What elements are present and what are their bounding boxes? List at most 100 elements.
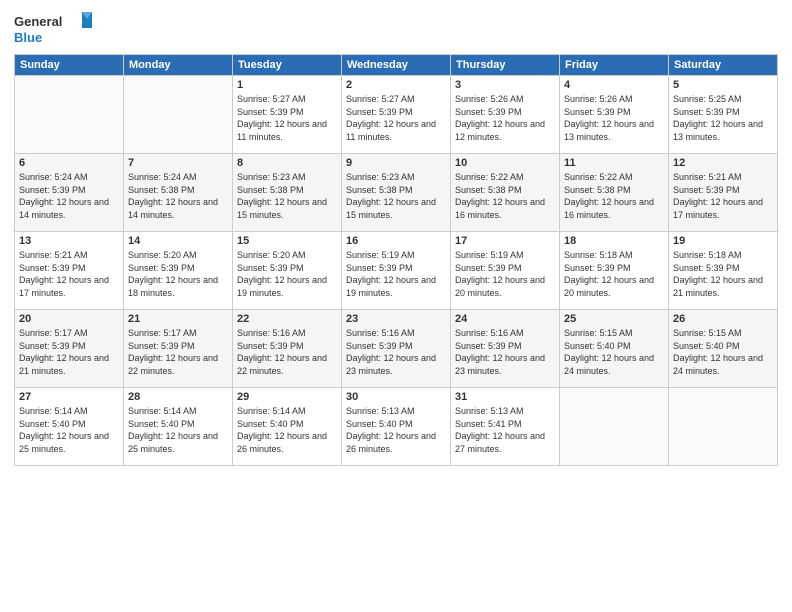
weekday-header-sunday: Sunday	[15, 55, 124, 76]
weekday-header-thursday: Thursday	[451, 55, 560, 76]
calendar-cell: 16 Sunrise: 5:19 AM Sunset: 5:39 PM Dayli…	[342, 232, 451, 310]
calendar-week-2: 6 Sunrise: 5:24 AM Sunset: 5:39 PM Daylig…	[15, 154, 778, 232]
calendar-week-4: 20 Sunrise: 5:17 AM Sunset: 5:39 PM Dayli…	[15, 310, 778, 388]
calendar-cell	[669, 388, 778, 466]
logo-svg: General Blue	[14, 10, 94, 48]
header-area: General Blue	[14, 10, 778, 48]
day-number: 17	[455, 235, 555, 247]
day-number: 18	[564, 235, 664, 247]
day-number: 6	[19, 157, 119, 169]
day-info: Sunrise: 5:26 AM Sunset: 5:39 PM Dayligh…	[455, 93, 555, 143]
calendar-cell: 17 Sunrise: 5:19 AM Sunset: 5:39 PM Dayli…	[451, 232, 560, 310]
calendar-cell: 14 Sunrise: 5:20 AM Sunset: 5:39 PM Dayli…	[124, 232, 233, 310]
calendar-cell: 23 Sunrise: 5:16 AM Sunset: 5:39 PM Dayli…	[342, 310, 451, 388]
calendar-cell: 9 Sunrise: 5:23 AM Sunset: 5:38 PM Daylig…	[342, 154, 451, 232]
day-info: Sunrise: 5:15 AM Sunset: 5:40 PM Dayligh…	[673, 327, 773, 377]
weekday-header-saturday: Saturday	[669, 55, 778, 76]
svg-text:Blue: Blue	[14, 30, 42, 45]
calendar-cell: 29Sunrise: 5:14 AM Sunset: 5:40 PM Dayli…	[233, 388, 342, 466]
calendar-cell: 8 Sunrise: 5:23 AM Sunset: 5:38 PM Daylig…	[233, 154, 342, 232]
day-info: Sunrise: 5:27 AM Sunset: 5:39 PM Dayligh…	[237, 93, 337, 143]
day-info: Sunrise: 5:16 AM Sunset: 5:39 PM Dayligh…	[455, 327, 555, 377]
calendar-cell: 11 Sunrise: 5:22 AM Sunset: 5:38 PM Dayli…	[560, 154, 669, 232]
day-info: Sunrise: 5:24 AM Sunset: 5:39 PM Dayligh…	[19, 171, 119, 221]
calendar-cell: 5 Sunrise: 5:25 AM Sunset: 5:39 PM Daylig…	[669, 76, 778, 154]
day-info: Sunrise: 5:20 AM Sunset: 5:39 PM Dayligh…	[237, 249, 337, 299]
page: General Blue SundayMondayTuesdayWednesda…	[0, 0, 792, 612]
day-info: Sunrise: 5:22 AM Sunset: 5:38 PM Dayligh…	[455, 171, 555, 221]
svg-text:General: General	[14, 14, 62, 29]
day-number: 26	[673, 313, 773, 325]
calendar-cell: 31 Sunrise: 5:13 AM Sunset: 5:41 PM Dayli…	[451, 388, 560, 466]
calendar-week-1: 1 Sunrise: 5:27 AM Sunset: 5:39 PM Daylig…	[15, 76, 778, 154]
weekday-header-friday: Friday	[560, 55, 669, 76]
day-number: 14	[128, 235, 228, 247]
day-number: 10	[455, 157, 555, 169]
day-number: 7	[128, 157, 228, 169]
day-info: Sunrise: 5:23 AM Sunset: 5:38 PM Dayligh…	[346, 171, 446, 221]
day-info: Sunrise: 5:14 AM Sunset: 5:40 PM Dayligh…	[237, 405, 337, 455]
calendar-cell: 20 Sunrise: 5:17 AM Sunset: 5:39 PM Dayli…	[15, 310, 124, 388]
day-info: Sunrise: 5:22 AM Sunset: 5:38 PM Dayligh…	[564, 171, 664, 221]
day-info: Sunrise: 5:14 AM Sunset: 5:40 PM Dayligh…	[128, 405, 228, 455]
calendar-cell: 18Sunrise: 5:18 AM Sunset: 5:39 PM Dayli…	[560, 232, 669, 310]
day-info: Sunrise: 5:14 AM Sunset: 5:40 PM Dayligh…	[19, 405, 119, 455]
day-number: 25	[564, 313, 664, 325]
day-number: 30	[346, 391, 446, 403]
calendar-cell: 24 Sunrise: 5:16 AM Sunset: 5:39 PM Dayli…	[451, 310, 560, 388]
day-number: 16	[346, 235, 446, 247]
day-info: Sunrise: 5:25 AM Sunset: 5:39 PM Dayligh…	[673, 93, 773, 143]
calendar-table: SundayMondayTuesdayWednesdayThursdayFrid…	[14, 54, 778, 466]
calendar-cell: 10 Sunrise: 5:22 AM Sunset: 5:38 PM Dayli…	[451, 154, 560, 232]
day-number: 2	[346, 79, 446, 91]
day-number: 11	[564, 157, 664, 169]
day-info: Sunrise: 5:17 AM Sunset: 5:39 PM Dayligh…	[19, 327, 119, 377]
day-info: Sunrise: 5:20 AM Sunset: 5:39 PM Dayligh…	[128, 249, 228, 299]
day-info: Sunrise: 5:23 AM Sunset: 5:38 PM Dayligh…	[237, 171, 337, 221]
calendar-week-3: 13 Sunrise: 5:21 AM Sunset: 5:39 PM Dayli…	[15, 232, 778, 310]
day-number: 28	[128, 391, 228, 403]
calendar-cell: 27 Sunrise: 5:14 AM Sunset: 5:40 PM Dayli…	[15, 388, 124, 466]
calendar-cell: 21 Sunrise: 5:17 AM Sunset: 5:39 PM Dayli…	[124, 310, 233, 388]
calendar-cell: 19 Sunrise: 5:18 AM Sunset: 5:39 PM Dayli…	[669, 232, 778, 310]
day-number: 12	[673, 157, 773, 169]
day-number: 20	[19, 313, 119, 325]
day-number: 13	[19, 235, 119, 247]
calendar-cell: 25 Sunrise: 5:15 AM Sunset: 5:40 PM Dayli…	[560, 310, 669, 388]
weekday-header-tuesday: Tuesday	[233, 55, 342, 76]
calendar-cell: 15Sunrise: 5:20 AM Sunset: 5:39 PM Dayli…	[233, 232, 342, 310]
day-info: Sunrise: 5:16 AM Sunset: 5:39 PM Dayligh…	[237, 327, 337, 377]
day-info: Sunrise: 5:21 AM Sunset: 5:39 PM Dayligh…	[19, 249, 119, 299]
calendar-cell: 4 Sunrise: 5:26 AM Sunset: 5:39 PM Daylig…	[560, 76, 669, 154]
logo: General Blue	[14, 10, 94, 48]
calendar-cell	[15, 76, 124, 154]
day-number: 31	[455, 391, 555, 403]
day-number: 19	[673, 235, 773, 247]
day-number: 27	[19, 391, 119, 403]
day-info: Sunrise: 5:17 AM Sunset: 5:39 PM Dayligh…	[128, 327, 228, 377]
day-info: Sunrise: 5:19 AM Sunset: 5:39 PM Dayligh…	[455, 249, 555, 299]
day-info: Sunrise: 5:13 AM Sunset: 5:41 PM Dayligh…	[455, 405, 555, 455]
day-info: Sunrise: 5:27 AM Sunset: 5:39 PM Dayligh…	[346, 93, 446, 143]
calendar-cell: 30Sunrise: 5:13 AM Sunset: 5:40 PM Dayli…	[342, 388, 451, 466]
day-number: 23	[346, 313, 446, 325]
day-number: 1	[237, 79, 337, 91]
calendar-cell: 3 Sunrise: 5:26 AM Sunset: 5:39 PM Daylig…	[451, 76, 560, 154]
day-number: 5	[673, 79, 773, 91]
day-info: Sunrise: 5:15 AM Sunset: 5:40 PM Dayligh…	[564, 327, 664, 377]
day-number: 21	[128, 313, 228, 325]
calendar-cell	[124, 76, 233, 154]
weekday-header-row: SundayMondayTuesdayWednesdayThursdayFrid…	[15, 55, 778, 76]
day-info: Sunrise: 5:18 AM Sunset: 5:39 PM Dayligh…	[673, 249, 773, 299]
day-number: 4	[564, 79, 664, 91]
day-info: Sunrise: 5:26 AM Sunset: 5:39 PM Dayligh…	[564, 93, 664, 143]
day-number: 8	[237, 157, 337, 169]
day-number: 3	[455, 79, 555, 91]
calendar-cell: 2 Sunrise: 5:27 AM Sunset: 5:39 PM Daylig…	[342, 76, 451, 154]
day-info: Sunrise: 5:16 AM Sunset: 5:39 PM Dayligh…	[346, 327, 446, 377]
calendar-cell: 6 Sunrise: 5:24 AM Sunset: 5:39 PM Daylig…	[15, 154, 124, 232]
day-info: Sunrise: 5:24 AM Sunset: 5:38 PM Dayligh…	[128, 171, 228, 221]
day-number: 24	[455, 313, 555, 325]
day-info: Sunrise: 5:19 AM Sunset: 5:39 PM Dayligh…	[346, 249, 446, 299]
day-number: 9	[346, 157, 446, 169]
